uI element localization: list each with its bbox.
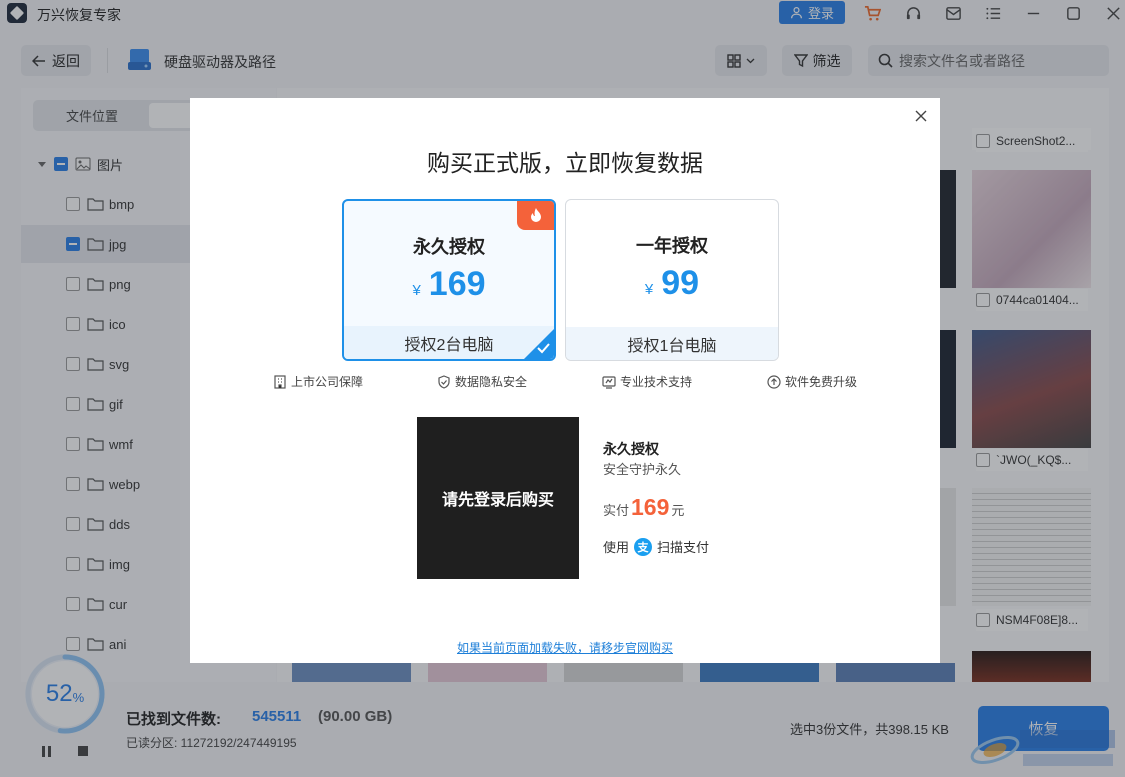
official-site-link[interactable]: 如果当前页面加载失败，请移步官网购买: [190, 639, 940, 656]
flame-icon: [530, 208, 541, 222]
alipay-icon: 支: [634, 537, 653, 556]
feature-label: 专业技术支持: [620, 375, 693, 389]
plan-license: 授权1台电脑: [566, 327, 778, 360]
price-value: 99: [661, 264, 700, 302]
purchase-dialog: 购买正式版，立即恢复数据 永久授权 ¥ 169 授权2台电脑 一年授权 ¥ 99…: [190, 98, 940, 663]
summary-plan-desc: 安全守护永久: [603, 462, 682, 477]
plan-name: 永久授权: [413, 237, 485, 257]
feature-privacy: 数据隐私安全: [437, 373, 527, 390]
feature-listed-company: 上市公司保障: [273, 373, 363, 390]
feature-label: 上市公司保障: [291, 375, 364, 389]
upgrade-icon: [767, 374, 781, 389]
currency-symbol: ¥: [644, 281, 654, 298]
payment-qr-placeholder[interactable]: 请先登录后购买: [417, 417, 579, 579]
feature-label: 软件免费升级: [785, 375, 858, 389]
plan-card-annual[interactable]: 一年授权 ¥ 99 授权1台电脑: [565, 199, 779, 361]
feature-support: 专业技术支持: [602, 373, 692, 390]
pay-amount: 169: [631, 494, 670, 520]
currency-symbol: ¥: [412, 282, 421, 299]
close-icon[interactable]: [912, 107, 930, 125]
feature-label: 数据隐私安全: [455, 375, 528, 389]
method-prefix: 使用: [603, 540, 630, 555]
pay-amount-row: 实付 169 元: [603, 494, 684, 521]
pay-suffix: 元: [671, 503, 685, 518]
summary-plan-name: 永久授权: [603, 441, 659, 457]
plan-price: ¥ 169: [344, 265, 554, 304]
hot-badge: [517, 201, 554, 230]
building-icon: [274, 374, 286, 389]
method-label: 扫描支付: [657, 540, 710, 555]
plan-name: 一年授权: [636, 236, 708, 256]
support-icon: [602, 375, 616, 389]
pay-prefix: 实付: [603, 503, 630, 518]
price-value: 169: [428, 265, 486, 303]
shield-icon: [438, 374, 450, 389]
checkmark-icon: [537, 343, 550, 354]
plan-card-lifetime[interactable]: 永久授权 ¥ 169 授权2台电脑: [342, 199, 556, 361]
payment-method-row: 使用 支 扫描支付: [603, 537, 709, 556]
plan-price: ¥ 99: [566, 264, 778, 303]
dialog-title: 购买正式版，立即恢复数据: [427, 150, 703, 176]
feature-upgrade: 软件免费升级: [767, 373, 857, 390]
